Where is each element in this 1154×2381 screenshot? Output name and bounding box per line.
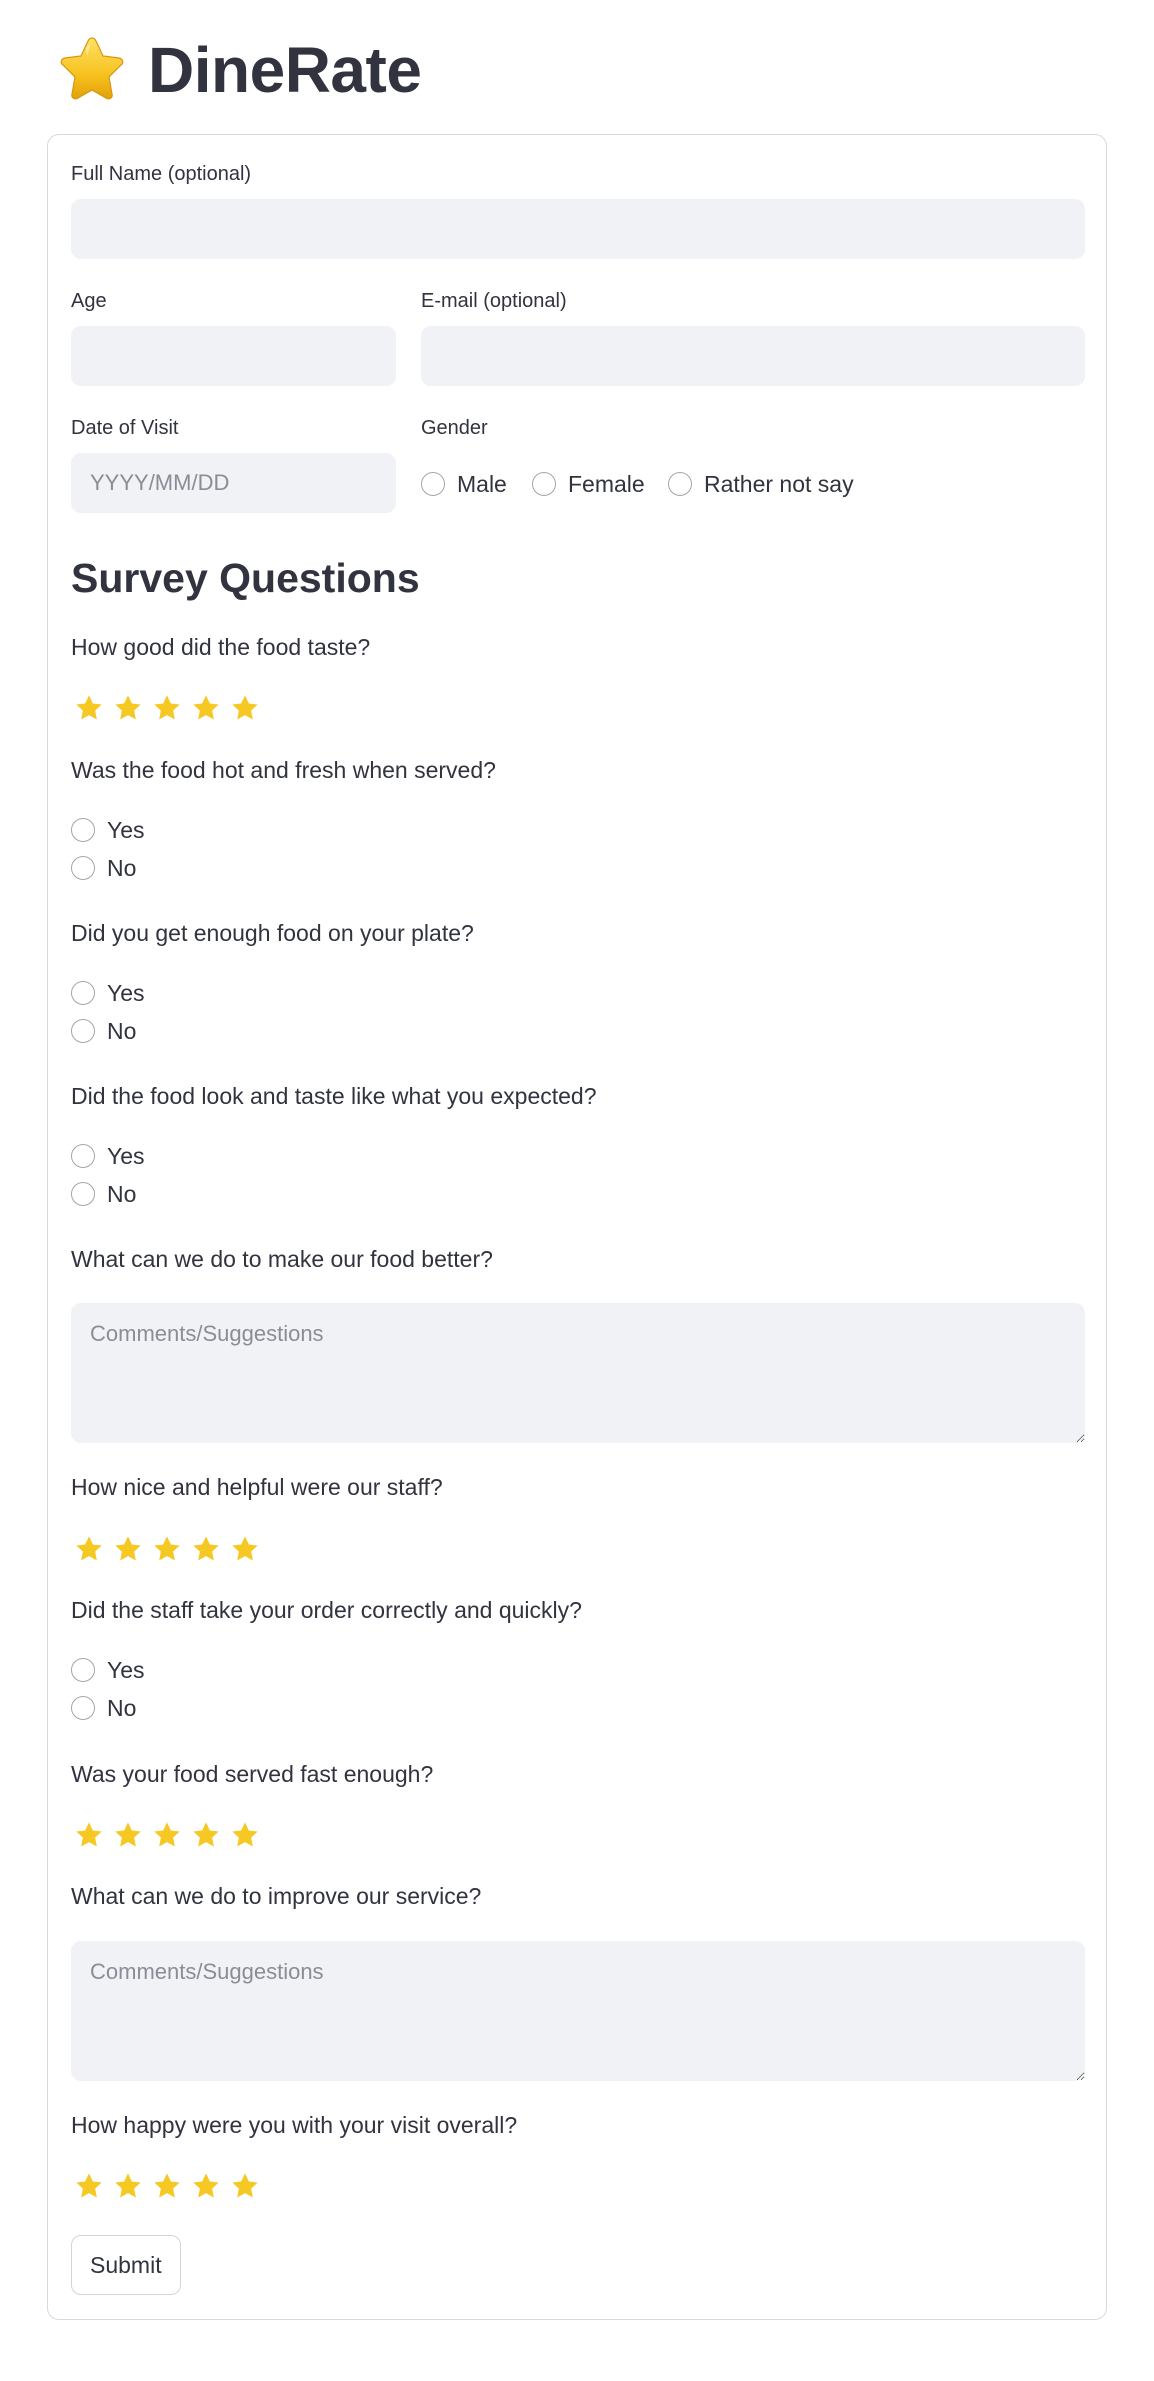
question-service-improve: What can we do to improve our service? — [71, 1883, 482, 1909]
star-icon[interactable] — [151, 692, 183, 724]
food-portion-option-no[interactable]: No — [71, 1016, 136, 1046]
star-icon[interactable] — [190, 2170, 222, 2202]
date-label: Date of Visit — [71, 417, 179, 439]
star-icon[interactable] — [73, 1819, 105, 1851]
question-staff-order: Did the staff take your order correctly … — [71, 1597, 582, 1623]
radio-circle[interactable] — [71, 856, 95, 880]
question-speed: Was your food served fast enough? — [71, 1761, 434, 1787]
radio-label: No — [107, 1017, 137, 1044]
food-comments-textarea[interactable] — [71, 1303, 1085, 1443]
radio-circle[interactable] — [71, 1696, 95, 1720]
email-input[interactable] — [421, 326, 1085, 386]
radio-label: Yes — [107, 979, 145, 1006]
radio-circle[interactable] — [71, 981, 95, 1005]
rating-speed[interactable] — [73, 1819, 268, 1851]
radio-label: Yes — [107, 1142, 145, 1169]
staff-order-option-yes[interactable]: Yes — [71, 1655, 145, 1685]
age-label: Age — [71, 290, 107, 312]
question-food-improve: What can we do to make our food better? — [71, 1246, 493, 1272]
survey-form: Full Name (optional) Age E-mail (optiona… — [47, 134, 1107, 2320]
star-icon[interactable] — [190, 1533, 222, 1565]
radio-label: No — [107, 854, 137, 881]
star-icon[interactable] — [73, 692, 105, 724]
staff-order-option-no[interactable]: No — [71, 1693, 136, 1723]
radio-label: Rather not say — [704, 470, 854, 497]
star-icon[interactable] — [112, 692, 144, 724]
food-portion-option-yes[interactable]: Yes — [71, 978, 145, 1008]
radio-circle[interactable] — [71, 818, 95, 842]
food-expected-option-yes[interactable]: Yes — [71, 1141, 145, 1171]
page: DineRate Full Name (optional) Age E-mail… — [0, 0, 1154, 2381]
full-name-label: Full Name (optional) — [71, 163, 252, 185]
radio-label: Female — [568, 470, 645, 497]
radio-circle[interactable] — [71, 1144, 95, 1168]
radio-circle[interactable] — [71, 1019, 95, 1043]
radio-label: No — [107, 1180, 137, 1207]
service-comments-textarea[interactable] — [71, 1941, 1085, 2081]
date-input[interactable] — [71, 453, 396, 513]
submit-button[interactable]: Submit — [71, 2235, 181, 2295]
rating-food-taste[interactable] — [73, 692, 268, 724]
star-icon[interactable] — [112, 1819, 144, 1851]
question-food-portion: Did you get enough food on your plate? — [71, 920, 474, 946]
age-input[interactable] — [71, 326, 396, 386]
question-food-expected: Did the food look and taste like what yo… — [71, 1083, 597, 1109]
radio-label: Yes — [107, 1656, 145, 1683]
radio-circle[interactable] — [71, 1658, 95, 1682]
star-icon[interactable] — [151, 1533, 183, 1565]
star-icon — [56, 34, 128, 106]
gender-option-female[interactable]: Female — [532, 469, 645, 499]
star-icon[interactable] — [229, 692, 261, 724]
star-icon[interactable] — [190, 692, 222, 724]
star-icon[interactable] — [229, 2170, 261, 2202]
star-icon[interactable] — [112, 2170, 144, 2202]
question-food-taste: How good did the food taste? — [71, 634, 371, 660]
star-icon[interactable] — [229, 1819, 261, 1851]
radio-circle[interactable] — [421, 472, 445, 496]
star-icon[interactable] — [73, 1533, 105, 1565]
full-name-input[interactable] — [71, 199, 1085, 259]
star-icon[interactable] — [112, 1533, 144, 1565]
question-food-hot: Was the food hot and fresh when served? — [71, 757, 496, 783]
radio-circle[interactable] — [71, 1182, 95, 1206]
email-label: E-mail (optional) — [421, 290, 567, 312]
rating-overall[interactable] — [73, 2170, 268, 2202]
survey-heading: Survey Questions — [71, 555, 420, 601]
radio-circle[interactable] — [668, 472, 692, 496]
gender-option-male[interactable]: Male — [421, 469, 507, 499]
radio-label: Yes — [107, 816, 145, 843]
star-icon[interactable] — [229, 1533, 261, 1565]
food-hot-option-yes[interactable]: Yes — [71, 815, 145, 845]
rating-staff-nice[interactable] — [73, 1533, 268, 1565]
app-header: DineRate — [56, 30, 422, 110]
star-icon[interactable] — [151, 1819, 183, 1851]
radio-label: No — [107, 1694, 137, 1721]
radio-circle[interactable] — [532, 472, 556, 496]
star-icon[interactable] — [151, 2170, 183, 2202]
food-hot-option-no[interactable]: No — [71, 853, 136, 883]
app-title: DineRate — [148, 34, 422, 106]
question-overall: How happy were you with your visit overa… — [71, 2112, 518, 2138]
gender-label: Gender — [421, 417, 488, 439]
gender-option-rather-not-say[interactable]: Rather not say — [668, 469, 854, 499]
food-expected-option-no[interactable]: No — [71, 1179, 136, 1209]
star-icon[interactable] — [190, 1819, 222, 1851]
question-staff-nice: How nice and helpful were our staff? — [71, 1474, 443, 1500]
radio-label: Male — [457, 470, 507, 497]
star-icon[interactable] — [73, 2170, 105, 2202]
